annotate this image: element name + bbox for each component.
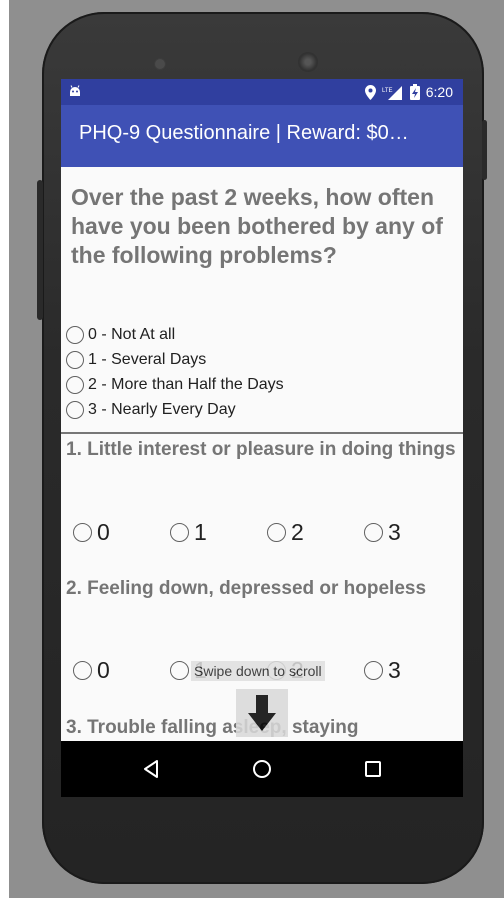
question-1-option-3[interactable]: 3 (364, 519, 461, 546)
scroll-hint-toast: Swipe down to scroll (191, 661, 325, 681)
svg-text:LTE: LTE (382, 88, 393, 94)
legend-label: 0 - Not At all (88, 325, 176, 343)
option-label: 0 (97, 657, 110, 683)
lte-signal-icon: LTE (382, 85, 402, 100)
radio-icon[interactable] (364, 661, 383, 680)
legend-item: 2 - More than Half the Days (66, 372, 284, 397)
power-button[interactable] (482, 120, 487, 180)
option-label: 3 (388, 657, 401, 683)
instruction-heading: Over the past 2 weeks, how often have yo… (71, 184, 443, 268)
question-1-option-1[interactable]: 1 (170, 519, 267, 546)
arrow-down-icon (248, 695, 276, 731)
divider (61, 432, 463, 434)
radio-icon[interactable] (170, 661, 189, 680)
radio-icon[interactable] (73, 661, 92, 680)
option-label: 1 (194, 519, 207, 545)
radio-icon[interactable] (267, 523, 286, 542)
recents-square-icon[interactable] (359, 755, 387, 783)
radio-icon[interactable] (73, 523, 92, 542)
question-1-label: 1. Little interest or pleasure in doing … (66, 439, 456, 460)
earpiece-speaker (298, 52, 318, 72)
android-icon (70, 85, 80, 96)
legend-radio-icon (66, 350, 84, 369)
light-sensor (418, 60, 424, 66)
question-2-option-3[interactable]: 3 (364, 657, 461, 684)
legend-label: 3 - Nearly Every Day (88, 400, 236, 418)
legend-item: 3 - Nearly Every Day (66, 397, 284, 422)
location-pin-icon (364, 84, 376, 100)
status-bar: LTE 6:20 (61, 79, 463, 105)
front-camera (154, 58, 166, 70)
option-label: 3 (388, 519, 401, 545)
scroll-down-button[interactable] (236, 689, 288, 737)
status-time: 6:20 (425, 84, 453, 100)
option-label: 2 (291, 519, 304, 545)
question-1-option-0[interactable]: 0 (73, 519, 170, 546)
legend-label: 2 - More than Half the Days (88, 375, 284, 393)
legend-item: 0 - Not At all (66, 322, 284, 347)
device-screen: LTE 6:20 PHQ-9 Questionnaire | Reward: $… (61, 79, 463, 797)
question-1-options: 0 1 2 3 (73, 519, 461, 546)
home-circle-icon[interactable] (248, 755, 276, 783)
back-triangle-icon[interactable] (137, 755, 165, 783)
app-bar: PHQ-9 Questionnaire | Reward: $0… (61, 105, 463, 167)
battery-charging-icon (409, 84, 420, 100)
legend-radio-icon (66, 375, 84, 394)
answer-legend: 0 - Not At all 1 - Several Days 2 - More… (66, 322, 284, 422)
legend-radio-icon (66, 325, 84, 344)
question-2-label: 2. Feeling down, depressed or hopeless (66, 578, 427, 599)
legend-radio-icon (66, 400, 84, 419)
question-2-option-0[interactable]: 0 (73, 657, 170, 684)
option-label: 0 (97, 519, 110, 545)
legend-item: 1 - Several Days (66, 347, 284, 372)
question-1-option-2[interactable]: 2 (267, 519, 364, 546)
radio-icon[interactable] (170, 523, 189, 542)
app-bar-title: PHQ-9 Questionnaire | Reward: $0… (79, 122, 409, 144)
navigation-bar (61, 741, 463, 797)
legend-label: 1 - Several Days (88, 350, 207, 368)
radio-icon[interactable] (364, 523, 383, 542)
volume-button[interactable] (37, 180, 43, 320)
proximity-sensor (400, 60, 406, 66)
